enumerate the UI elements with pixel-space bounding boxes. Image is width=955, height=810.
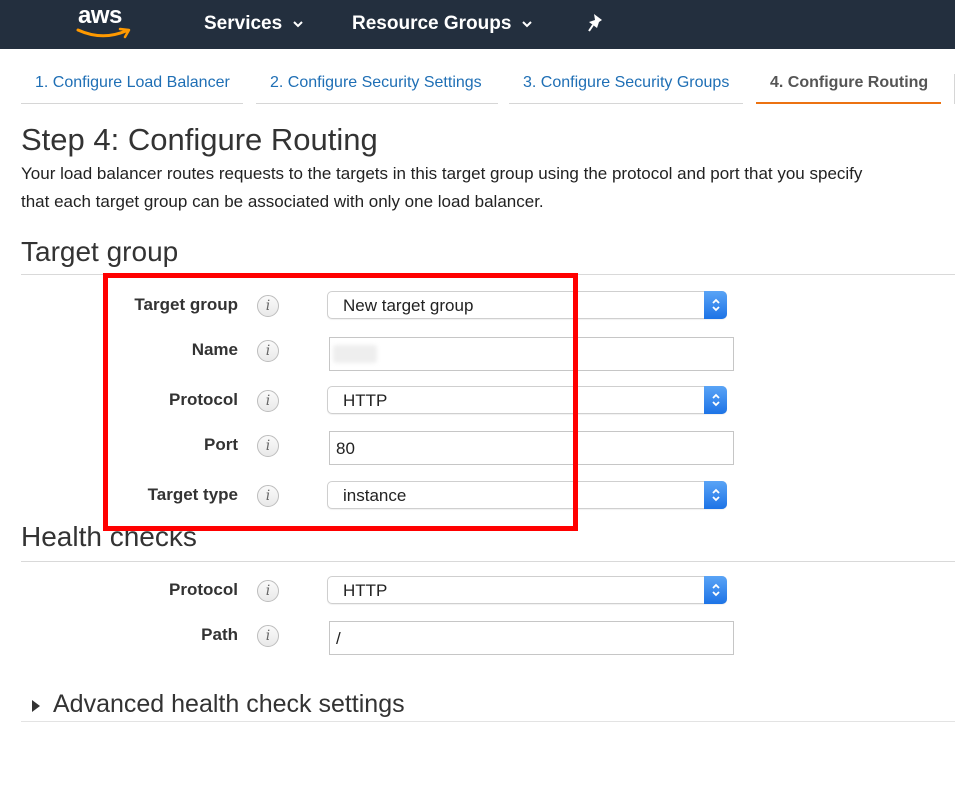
info-icon[interactable]: i (257, 625, 279, 647)
chevron-down-icon (293, 21, 303, 28)
caret-right-icon (32, 700, 40, 712)
path-value: / (336, 629, 341, 648)
section-divider (21, 561, 955, 562)
pin-icon[interactable] (586, 11, 608, 35)
advanced-health-check-toggle[interactable]: Advanced health check settings (21, 690, 955, 722)
page-description: Your load balancer routes requests to th… (21, 160, 955, 216)
tab-configure-security-settings[interactable]: 2. Configure Security Settings (256, 74, 498, 104)
tab-configure-load-balancer[interactable]: 1. Configure Load Balancer (21, 74, 243, 104)
select-arrows-icon (704, 291, 727, 319)
tab-configure-routing[interactable]: 4. Configure Routing (756, 74, 941, 104)
services-label: Services (204, 13, 283, 34)
select-arrows-icon (704, 576, 727, 604)
amazon-smile-icon (76, 27, 131, 39)
info-icon[interactable]: i (257, 580, 279, 602)
top-nav-bar: aws Services Resource Groups (0, 0, 955, 49)
health-protocol-label: Protocol (169, 580, 238, 599)
description-line-1: Your load balancer routes requests to th… (21, 164, 863, 183)
path-label: Path (201, 625, 238, 644)
aws-logo-text: aws (78, 2, 122, 29)
select-arrows-icon (704, 481, 727, 509)
description-line-2: that each target group can be associated… (21, 192, 544, 211)
advanced-health-check-label: Advanced health check settings (53, 690, 405, 718)
path-input[interactable]: / (329, 621, 734, 655)
tab-configure-security-groups[interactable]: 3. Configure Security Groups (509, 74, 743, 104)
highlight-box (103, 273, 578, 531)
health-protocol-value: HTTP (343, 581, 388, 600)
select-arrows-icon (704, 386, 727, 414)
services-menu[interactable]: Services (204, 12, 304, 36)
resource-groups-label: Resource Groups (352, 13, 512, 34)
aws-logo[interactable]: aws (74, 2, 134, 42)
health-protocol-select[interactable]: HTTP (327, 576, 727, 604)
page-title: Step 4: Configure Routing (21, 122, 378, 157)
chevron-down-icon (522, 21, 533, 28)
resource-groups-menu[interactable]: Resource Groups (352, 12, 533, 36)
target-group-heading: Target group (21, 236, 179, 267)
